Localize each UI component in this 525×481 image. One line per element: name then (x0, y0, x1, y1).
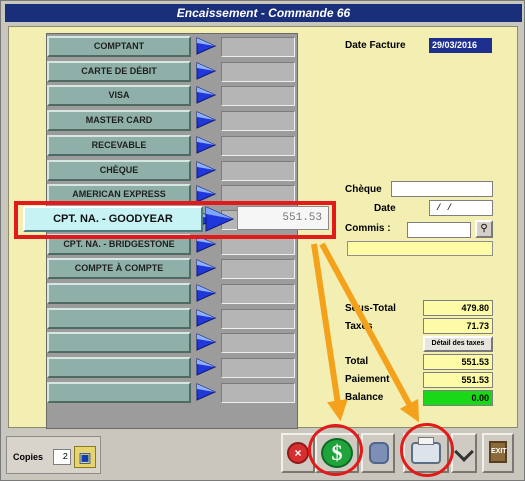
invoice-date-label: Date Facture (345, 40, 406, 51)
blue-play-arrow-icon (196, 86, 217, 104)
method-button-goodyear[interactable]: CPT. NA. - GOODYEAR (23, 206, 203, 232)
taxes-label: Taxes (345, 321, 373, 332)
blue-play-arrow-icon (196, 62, 217, 80)
method-amount-5[interactable] (221, 136, 295, 156)
blue-play-arrow-icon (196, 383, 217, 401)
method-amount-4[interactable] (221, 111, 295, 131)
annotation-circle-print (400, 423, 454, 477)
method-button-2[interactable]: CARTE DE DÉBIT (47, 61, 191, 82)
annotation-circle-pay (308, 424, 363, 476)
cancel-icon: × (287, 442, 309, 464)
exit-icon: EXIT (489, 441, 507, 463)
balance-value: 0.00 (423, 390, 493, 406)
exit-button[interactable]: EXIT (482, 433, 514, 473)
method-amount-6[interactable] (221, 161, 295, 181)
method-button-3[interactable]: VISA (47, 85, 191, 106)
commis-label: Commis : (345, 223, 391, 234)
blue-play-arrow-icon (196, 111, 217, 129)
method-button-6[interactable]: CHÈQUE (47, 160, 191, 181)
balance-label: Balance (345, 392, 384, 403)
method-amount-2[interactable] (221, 62, 295, 82)
method-amount-1[interactable] (221, 37, 295, 57)
blue-play-arrow-icon (196, 333, 217, 351)
total-value: 551.53 (423, 354, 493, 370)
hand-icon (369, 442, 389, 464)
method-button-4[interactable]: MASTER CARD (47, 110, 191, 131)
invoice-date-value: 29/03/2016 (429, 38, 492, 53)
method-button-15[interactable] (47, 382, 191, 403)
subtotal-value: 479.80 (423, 300, 493, 316)
method-button-11[interactable] (47, 283, 191, 304)
blue-play-arrow-icon (196, 37, 217, 55)
blue-play-arrow-icon (196, 259, 217, 277)
blue-play-arrow-icon (196, 358, 217, 376)
taxes-value: 71.73 (423, 318, 493, 334)
commis-name-display (347, 241, 493, 256)
method-amount-10[interactable] (221, 259, 295, 279)
blue-play-arrow-icon (196, 309, 217, 327)
method-amount-12[interactable] (221, 309, 295, 329)
cheque-label: Chèque (345, 184, 382, 195)
total-label: Total (345, 356, 369, 367)
wrench-icon (454, 442, 474, 462)
date-field-label: Date (374, 203, 396, 214)
method-button-14[interactable] (47, 357, 191, 378)
copies-input[interactable]: 2 (53, 449, 71, 465)
blue-play-arrow-icon (196, 161, 217, 179)
method-button-12[interactable] (47, 308, 191, 329)
search-icon: ⚲ (480, 223, 488, 234)
method-button-1[interactable]: COMPTANT (47, 36, 191, 57)
blue-play-arrow-icon (196, 284, 217, 302)
method-amount-goodyear[interactable]: 551.53 (237, 206, 329, 230)
blue-play-arrow-icon (196, 136, 217, 154)
tax-detail-button[interactable]: Détail des taxes (423, 336, 493, 352)
date-input[interactable]: / / (429, 200, 493, 216)
method-amount-15[interactable] (221, 383, 295, 403)
payment-value: 551.53 (423, 372, 493, 388)
payment-label: Paiement (345, 374, 390, 385)
tool-button[interactable] (451, 433, 477, 473)
commis-input[interactable] (407, 222, 471, 238)
method-amount-11[interactable] (221, 284, 295, 304)
cheque-input[interactable] (391, 181, 493, 197)
method-button-10[interactable]: COMPTE À COMPTE (47, 258, 191, 279)
hand-button[interactable] (361, 433, 395, 473)
subtotal-label: Sous-Total (345, 303, 396, 314)
method-amount-14[interactable] (221, 358, 295, 378)
method-amount-3[interactable] (221, 86, 295, 106)
save-disk-icon[interactable]: ▣ (74, 446, 96, 468)
method-button-13[interactable] (47, 332, 191, 353)
copies-label: Copies (13, 452, 44, 462)
window-title: Encaissement - Commande 66 (5, 4, 522, 22)
commis-lookup-button[interactable]: ⚲ (475, 220, 493, 238)
payment-window: Encaissement - Commande 66 COMPTANT CARTE… (0, 0, 525, 481)
method-button-5[interactable]: RECEVABLE (47, 135, 191, 156)
method-amount-13[interactable] (221, 333, 295, 353)
